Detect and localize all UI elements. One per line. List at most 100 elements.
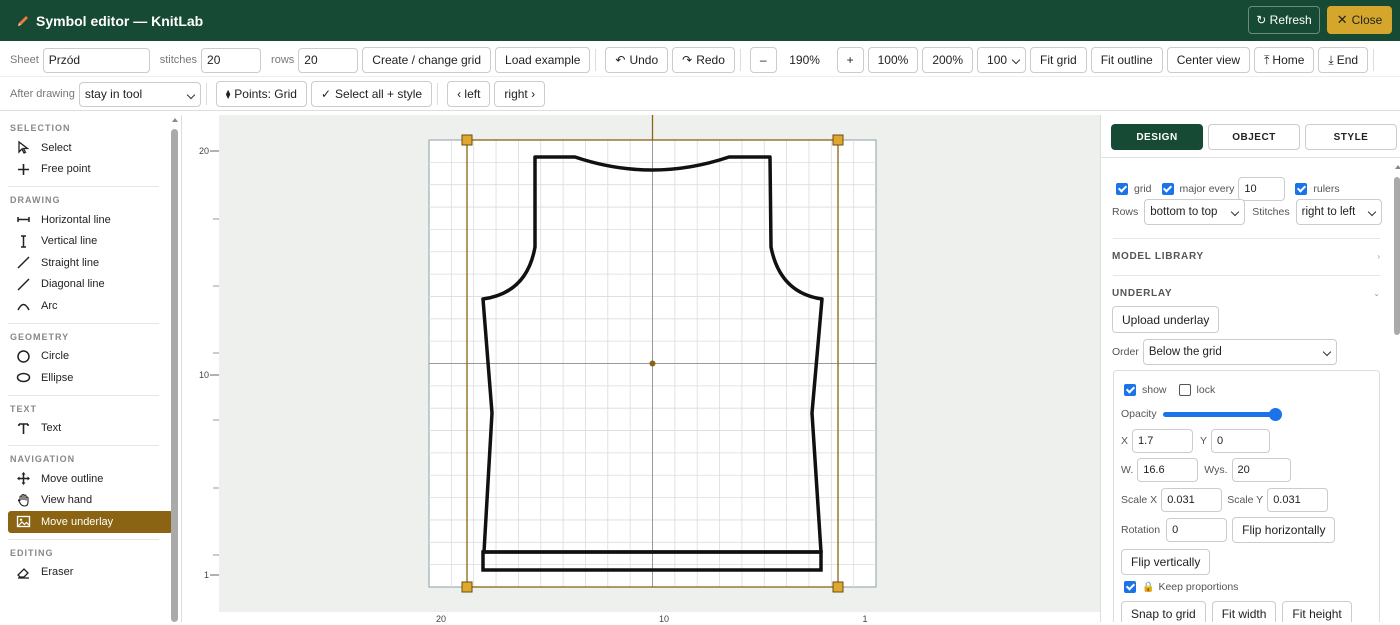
stitches-order-select[interactable]: right to left	[1295, 199, 1382, 225]
tab-design[interactable]: DESIGN	[1111, 124, 1203, 150]
tool-eraser[interactable]: Eraser	[8, 562, 173, 584]
major-every-input[interactable]: 10	[1238, 177, 1286, 201]
model-library-header[interactable]: MODEL LIBRARY ›	[1112, 251, 1380, 262]
opacity-slider[interactable]	[1162, 408, 1282, 421]
fit-outline-button[interactable]: Fit outline	[1090, 47, 1163, 73]
tab-object[interactable]: OBJECT	[1208, 124, 1300, 150]
close-label: Close	[1351, 13, 1383, 27]
left-ruler-label: 10	[199, 370, 209, 380]
tool-view-hand[interactable]: View hand	[8, 490, 173, 512]
center-view-button[interactable]: Center view	[1166, 47, 1251, 73]
redo-button[interactable]: ↷ Redo	[672, 47, 735, 73]
resize-handle[interactable]	[832, 134, 844, 146]
end-button[interactable]: ⤓ End	[1318, 47, 1369, 73]
tool-vertical-line[interactable]: Vertical line	[8, 231, 173, 253]
tool-circle-label: Circle	[41, 350, 70, 363]
opacity-slider-thumb[interactable]	[1268, 408, 1282, 421]
scale-y-input[interactable]: 0.031	[1267, 488, 1329, 512]
width-input[interactable]: 16.6	[1137, 458, 1199, 482]
resize-handle[interactable]	[461, 134, 473, 146]
tool-text[interactable]: Text	[8, 418, 173, 440]
opacity-slider-track	[1162, 412, 1281, 417]
section-divider	[8, 186, 159, 187]
major-every-checkbox[interactable]	[1161, 183, 1174, 195]
close-button[interactable]: ✕ Close	[1327, 6, 1392, 34]
tool-free-point-label: Free point	[41, 163, 91, 176]
panel-scrollbar[interactable]	[1394, 177, 1400, 335]
right-button[interactable]: right ›	[494, 81, 546, 107]
y-input[interactable]: 0	[1211, 429, 1271, 453]
zoom-200-button[interactable]: 200%	[922, 47, 974, 73]
tool-arc[interactable]: Arc	[8, 295, 173, 317]
y-label: Y	[1200, 435, 1208, 447]
grid-label: grid	[1134, 183, 1152, 195]
tool-circle[interactable]: Circle	[8, 346, 173, 368]
show-checkbox[interactable]	[1124, 384, 1136, 396]
left-ruler-label: 1	[204, 570, 209, 580]
width-label: W.	[1121, 464, 1134, 476]
x-input[interactable]: 1.7	[1132, 429, 1194, 453]
height-input[interactable]: 20	[1231, 458, 1291, 482]
points-grid-button[interactable]: ⧫ Points: Grid	[215, 81, 307, 107]
cursor-arrow-icon	[18, 140, 30, 155]
scroll-up-arrow-icon[interactable]	[172, 118, 178, 122]
scroll-up-arrow-icon[interactable]	[1395, 165, 1400, 169]
tool-straight-line[interactable]: Straight line	[8, 252, 173, 274]
home-button[interactable]: ⤒ Home	[1254, 47, 1315, 73]
vertical-line-icon	[21, 235, 26, 248]
grid-checkbox[interactable]	[1116, 183, 1128, 195]
load-example-button[interactable]: Load example	[495, 47, 591, 73]
rows-label: rows	[271, 54, 295, 66]
sheet-input[interactable]: Przód	[42, 47, 150, 73]
scale-x-input[interactable]: 0.031	[1161, 488, 1223, 512]
order-select[interactable]: Below the grid	[1142, 339, 1337, 365]
rulers-checkbox[interactable]	[1295, 183, 1308, 195]
hand-icon	[17, 493, 29, 507]
window-title: Symbol editor — KnitLab	[36, 12, 204, 29]
tabs-divider	[1101, 157, 1400, 158]
bottom-ruler-label: 10	[659, 614, 669, 622]
flip-horizontally-button[interactable]: Flip horizontally	[1232, 517, 1336, 543]
drawing-canvas[interactable]: 20 10 1 20 10 1	[183, 115, 1100, 624]
snap-to-grid-button[interactable]: Snap to grid	[1121, 601, 1206, 622]
zoom-select[interactable]: 100	[977, 47, 1027, 73]
flip-vertically-button[interactable]: Flip vertically	[1121, 549, 1211, 575]
rows-input[interactable]: 20	[298, 47, 359, 73]
sidebar-scrollbar[interactable]	[171, 129, 178, 622]
create-grid-button[interactable]: Create / change grid	[362, 47, 492, 73]
rotation-input[interactable]: 0	[1166, 518, 1228, 542]
canvas-svg[interactable]: 20 10 1 20 10 1	[183, 115, 1100, 624]
rows-order-select[interactable]: bottom to top	[1144, 199, 1246, 225]
zoom-out-button[interactable]: –	[749, 47, 777, 73]
center-point[interactable]	[649, 360, 656, 367]
stitches-input[interactable]: 20	[201, 47, 262, 73]
select-all-style-button[interactable]: ✓ Select all + style	[310, 81, 433, 107]
tab-style[interactable]: STYLE	[1305, 124, 1397, 150]
fit-width-button[interactable]: Fit width	[1211, 601, 1277, 622]
keep-proportions-checkbox[interactable]	[1124, 581, 1136, 593]
lock-checkbox[interactable]	[1178, 384, 1191, 396]
undo-button[interactable]: ↶ Undo	[605, 47, 669, 73]
tool-move-outline[interactable]: Move outline	[8, 468, 173, 490]
upload-underlay-button[interactable]: Upload underlay	[1112, 306, 1220, 333]
redo-label: Redo	[696, 53, 725, 67]
tool-diagonal-line[interactable]: Diagonal line	[8, 274, 173, 296]
fit-grid-button[interactable]: Fit grid	[1030, 47, 1087, 73]
tool-horizontal-line[interactable]: Horizontal line	[8, 209, 173, 231]
home-icon: ⤒	[1264, 52, 1270, 67]
left-button[interactable]: ‹ left	[447, 81, 491, 107]
tool-ellipse[interactable]: Ellipse	[8, 367, 173, 389]
zoom-in-button[interactable]: +	[836, 47, 864, 73]
tool-free-point[interactable]: Free point	[8, 159, 173, 181]
after-drawing-select[interactable]: stay in tool	[78, 81, 201, 107]
left-ruler	[183, 115, 219, 622]
underlay-header[interactable]: UNDERLAY ⌄	[1112, 288, 1380, 299]
refresh-button[interactable]: ↻ Refresh	[1248, 6, 1320, 34]
tool-move-underlay[interactable]: Move underlay	[8, 511, 173, 533]
fit-height-button[interactable]: Fit height	[1282, 601, 1352, 622]
resize-handle[interactable]	[832, 581, 844, 593]
ellipse-icon	[16, 373, 31, 383]
resize-handle[interactable]	[461, 581, 473, 593]
zoom-100-button[interactable]: 100%	[867, 47, 919, 73]
tool-select[interactable]: Select	[8, 137, 173, 159]
